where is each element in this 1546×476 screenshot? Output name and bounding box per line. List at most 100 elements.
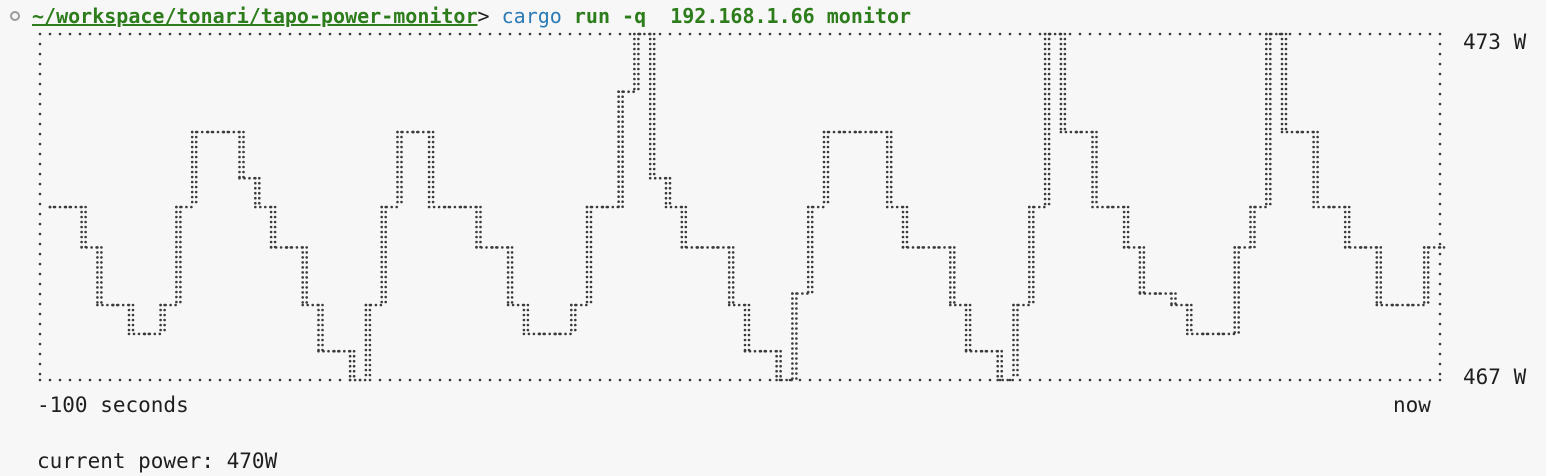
trace-point	[1143, 292, 1147, 295]
trace-point	[1290, 130, 1294, 134]
trace-point	[1375, 281, 1379, 284]
trace-point	[273, 205, 277, 209]
frame-top-dot	[1128, 32, 1132, 36]
trace-point	[1059, 127, 1063, 131]
trace-point	[1138, 261, 1142, 264]
trace-point	[585, 270, 589, 274]
trace-point	[1043, 192, 1047, 196]
trace-point	[364, 353, 368, 357]
trace-point	[622, 90, 625, 93]
frame-left-dot	[38, 172, 42, 176]
trace-point	[731, 266, 735, 269]
trace-point	[684, 235, 688, 239]
trace-point	[1164, 292, 1167, 295]
trace-point	[1265, 62, 1268, 66]
trace-point	[1047, 162, 1051, 166]
trace-point	[1253, 225, 1256, 229]
trace-point	[190, 200, 194, 204]
trace-point	[179, 220, 182, 224]
trace-point	[1280, 72, 1284, 76]
trace-point	[384, 300, 388, 304]
trace-point	[522, 303, 526, 307]
trace-point	[684, 210, 688, 214]
trace-point	[1126, 225, 1130, 229]
trace-point	[727, 246, 731, 249]
trace-point	[1126, 220, 1130, 224]
trace-point	[949, 271, 952, 274]
trace-point	[795, 332, 798, 335]
trace-point	[810, 275, 814, 279]
frame-top-dot	[818, 32, 822, 36]
frame-right-dot	[1438, 132, 1442, 136]
trace-point	[1328, 205, 1331, 209]
trace-point	[380, 265, 384, 269]
trace-point	[775, 359, 778, 363]
trace-point	[806, 215, 810, 219]
trace-point	[321, 338, 324, 342]
trace-point	[964, 308, 968, 312]
trace-point	[1132, 246, 1136, 249]
trace-point	[589, 255, 593, 259]
trace-point	[1280, 77, 1284, 81]
trace-point	[96, 271, 99, 274]
trace-point	[1142, 261, 1146, 264]
frame-left-dot	[38, 72, 42, 76]
trace-point	[938, 246, 941, 249]
trace-point	[84, 210, 87, 214]
trace-point	[384, 240, 388, 244]
trace-point	[1047, 152, 1051, 156]
trace-point	[996, 374, 999, 378]
trace-point	[664, 196, 668, 200]
trace-point	[621, 160, 624, 163]
trace-point	[680, 210, 684, 214]
trace-point	[1284, 92, 1288, 96]
trace-point	[480, 246, 483, 249]
trace-point	[1422, 281, 1426, 284]
trace-point	[826, 135, 830, 139]
trace-point	[889, 175, 893, 179]
trace-point	[1043, 72, 1047, 76]
trace-point	[1338, 205, 1341, 209]
frame-top-dot	[678, 32, 682, 36]
trace-point	[380, 210, 384, 214]
trace-point	[648, 162, 652, 166]
trace-point	[775, 374, 778, 378]
frame-left-dot	[38, 162, 42, 166]
trace-point	[870, 130, 873, 134]
trace-point	[1091, 165, 1094, 169]
trace-point	[242, 140, 245, 144]
frame-top-dot	[338, 32, 342, 36]
trace-point	[179, 245, 182, 249]
trace-point	[1280, 112, 1284, 116]
trace-point	[574, 328, 577, 332]
trace-point	[1265, 57, 1268, 61]
trace-point	[431, 175, 435, 179]
trace-point	[964, 333, 968, 337]
trace-point	[980, 349, 984, 353]
trace-point	[949, 303, 952, 307]
trace-point	[400, 175, 403, 179]
frame-top-dot	[148, 32, 152, 36]
trace-point	[510, 296, 514, 299]
trace-point	[190, 180, 194, 184]
trace-point	[617, 140, 620, 143]
trace-point	[90, 246, 93, 249]
trace-point	[727, 291, 731, 294]
trace-point	[1249, 205, 1252, 209]
trace-point	[368, 368, 372, 372]
trace-point	[258, 181, 261, 185]
trace-point	[743, 318, 747, 322]
trace-point	[175, 205, 178, 209]
trace-point	[901, 220, 905, 224]
trace-point	[1047, 127, 1051, 131]
trace-point	[1043, 82, 1047, 86]
trace-point	[1043, 162, 1047, 166]
trace-point	[889, 180, 893, 184]
trace-point	[889, 170, 893, 174]
trace-point	[1047, 82, 1051, 86]
trace-point	[1249, 220, 1252, 224]
trace-point	[327, 349, 330, 353]
frame-top-dot	[248, 32, 252, 36]
trace-point	[100, 251, 103, 254]
trace-point	[1312, 155, 1315, 159]
